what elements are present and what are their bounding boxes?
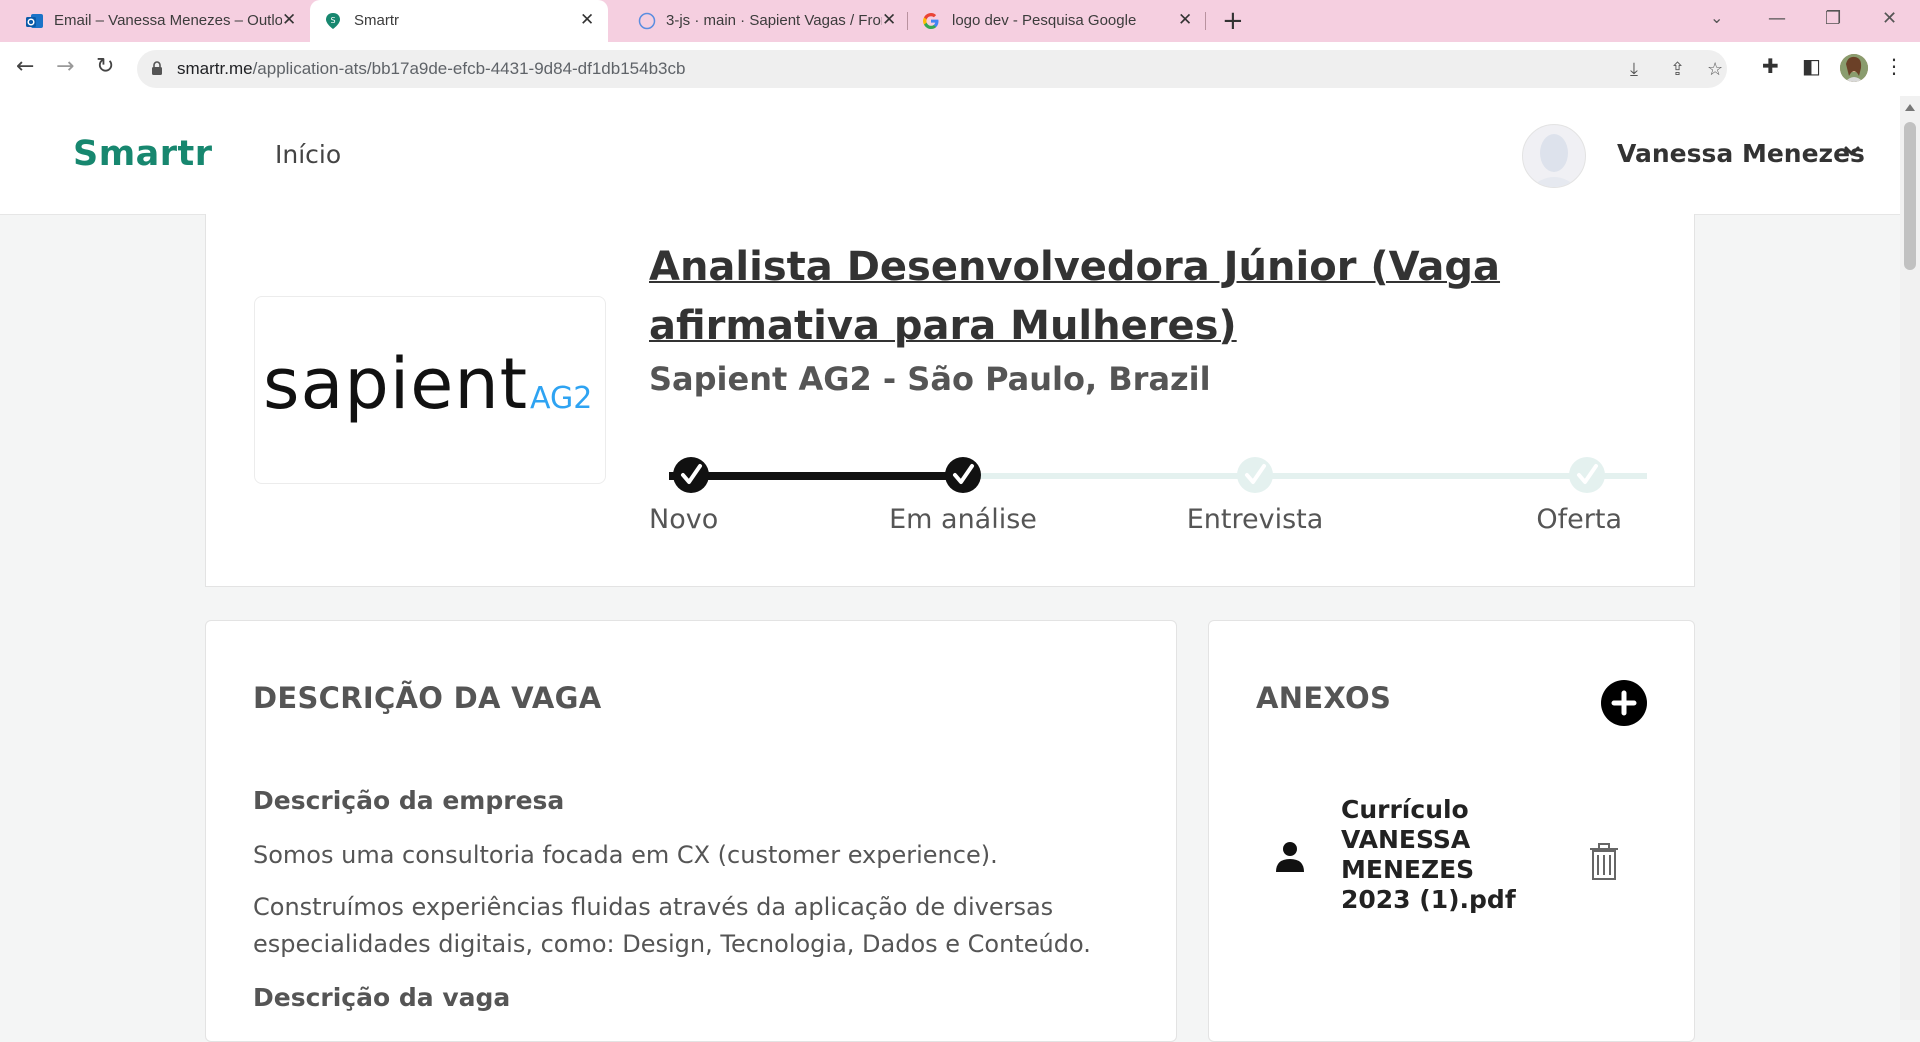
- step-label: Novo: [649, 504, 719, 535]
- attachments-heading: ANEXOS: [1256, 681, 1392, 715]
- step-entrevista-check-icon: [1236, 456, 1274, 494]
- bookmark-star-icon[interactable]: ☆: [1707, 59, 1723, 80]
- person-icon: [1276, 842, 1304, 872]
- tab-title: logo dev - Pesquisa Google: [952, 12, 1137, 29]
- company-description-text: Construímos experiências fluidas através…: [253, 893, 1091, 958]
- company-logo-suffix: AG2: [530, 381, 593, 416]
- back-icon[interactable]: ←: [16, 54, 34, 79]
- browser-tab-strip: Email – Vanessa Menezes – Outlook ✕ S Sm…: [0, 0, 1920, 42]
- brand-logo[interactable]: Smartr: [73, 134, 213, 174]
- extensions-puzzle-icon[interactable]: ✚: [1762, 54, 1779, 78]
- step-label: Em análise: [889, 504, 1037, 535]
- status-progress-fill: [669, 472, 963, 480]
- chevron-down-icon[interactable]: [1843, 142, 1861, 160]
- lock-icon[interactable]: [151, 61, 163, 75]
- tab-gitlab[interactable]: 3-js · main · Sapient Vagas / Front ✕: [612, 0, 907, 42]
- google-icon: [923, 13, 939, 29]
- avatar[interactable]: [1522, 124, 1586, 188]
- close-tab-icon[interactable]: ✕: [282, 10, 296, 30]
- tab-title: Smartr: [354, 12, 399, 29]
- address-bar[interactable]: smartr.me/application-ats/bb17a9de-efcb-…: [137, 50, 1727, 88]
- svg-text:S: S: [330, 16, 335, 25]
- step-novo-check-icon: [672, 456, 710, 494]
- company-description-text: Somos uma consultoria focada em CX (cust…: [253, 841, 998, 869]
- url-path: /application-ats/bb17a9de-efcb-4431-9d84…: [252, 59, 686, 78]
- tab-google[interactable]: logo dev - Pesquisa Google ✕: [910, 0, 1205, 42]
- tab-title: Email – Vanessa Menezes – Outlook: [54, 12, 282, 29]
- add-attachment-button[interactable]: [1601, 680, 1647, 726]
- tab-outlook[interactable]: Email – Vanessa Menezes – Outlook ✕: [0, 0, 308, 42]
- company-location: Sapient AG2 - São Paulo, Brazil: [649, 360, 1211, 398]
- attachments-card: ANEXOS Currículo VANESSA MENEZES 2023 (1…: [1208, 620, 1695, 1042]
- step-label: Entrevista: [1186, 504, 1324, 535]
- job-description-card: DESCRIÇÃO DA VAGA Descrição da empresa S…: [205, 620, 1177, 1042]
- company-logo: sapient AG2: [254, 296, 606, 484]
- new-tab-icon[interactable]: +: [1222, 6, 1244, 36]
- user-name[interactable]: Vanessa Menezes: [1617, 139, 1865, 168]
- description-heading: DESCRIÇÃO DA VAGA: [253, 681, 602, 715]
- share-icon[interactable]: ⇪: [1670, 59, 1685, 80]
- profile-photo-icon: [1840, 54, 1868, 82]
- job-title-link[interactable]: Analista Desenvolvedora Júnior (Vaga afi…: [649, 238, 1629, 356]
- smartr-favicon-icon: S: [326, 13, 340, 29]
- install-app-icon[interactable]: ⤓: [1630, 59, 1638, 80]
- close-tab-icon[interactable]: ✕: [1178, 10, 1192, 30]
- loading-circle-icon: [638, 12, 656, 30]
- browser-menu-icon[interactable]: ⋮: [1884, 54, 1904, 78]
- browser-profile-avatar[interactable]: [1840, 54, 1868, 82]
- tab-separator: [907, 12, 908, 30]
- app-header: Smartr Início Vanessa Menezes: [0, 96, 1900, 215]
- attachment-file-name[interactable]: Currículo VANESSA MENEZES 2023 (1).pdf: [1341, 795, 1541, 915]
- restore-icon[interactable]: ❐: [1825, 8, 1841, 29]
- default-user-icon: [1531, 134, 1577, 187]
- job-description-heading: Descrição da vaga: [253, 983, 511, 1012]
- side-panel-icon[interactable]: ◧: [1802, 54, 1821, 78]
- company-description-heading: Descrição da empresa: [253, 786, 565, 815]
- url-text[interactable]: smartr.me/application-ats/bb17a9de-efcb-…: [177, 59, 685, 79]
- close-tab-icon[interactable]: ✕: [580, 10, 594, 30]
- close-window-icon[interactable]: ✕: [1882, 8, 1897, 29]
- tab-title: 3-js · main · Sapient Vagas / Front: [666, 12, 882, 29]
- forward-icon[interactable]: →: [56, 54, 74, 79]
- trash-icon[interactable]: [1587, 841, 1621, 881]
- step-em-análise-check-icon: [944, 456, 982, 494]
- minimize-icon[interactable]: —: [1768, 8, 1786, 29]
- scroll-up-arrow-icon[interactable]: [1905, 104, 1915, 111]
- job-summary-card: sapient AG2 Analista Desenvolvedora Júni…: [205, 214, 1695, 587]
- reload-icon[interactable]: ↻: [96, 54, 114, 79]
- company-logo-wordmark: sapient: [263, 343, 529, 425]
- browser-toolbar: ← → ↻ smartr.me/application-ats/bb17a9de…: [0, 42, 1920, 97]
- attachment-item: Currículo VANESSA MENEZES 2023 (1).pdf: [1249, 795, 1659, 917]
- nav-link-home[interactable]: Início: [275, 140, 341, 169]
- close-tab-icon[interactable]: ✕: [882, 10, 896, 30]
- scrollbar-thumb[interactable]: [1904, 122, 1916, 270]
- plus-icon: [1611, 690, 1637, 716]
- page-scrollbar[interactable]: [1900, 96, 1920, 1020]
- tab-separator: [1205, 12, 1206, 30]
- tab-smartr[interactable]: S Smartr ✕: [310, 0, 608, 42]
- step-oferta-check-icon: [1568, 456, 1606, 494]
- url-domain: smartr.me: [177, 59, 253, 78]
- tab-search-chevron-icon[interactable]: ⌄: [1710, 8, 1723, 27]
- step-label: Oferta: [1536, 504, 1622, 535]
- outlook-icon: [26, 14, 43, 28]
